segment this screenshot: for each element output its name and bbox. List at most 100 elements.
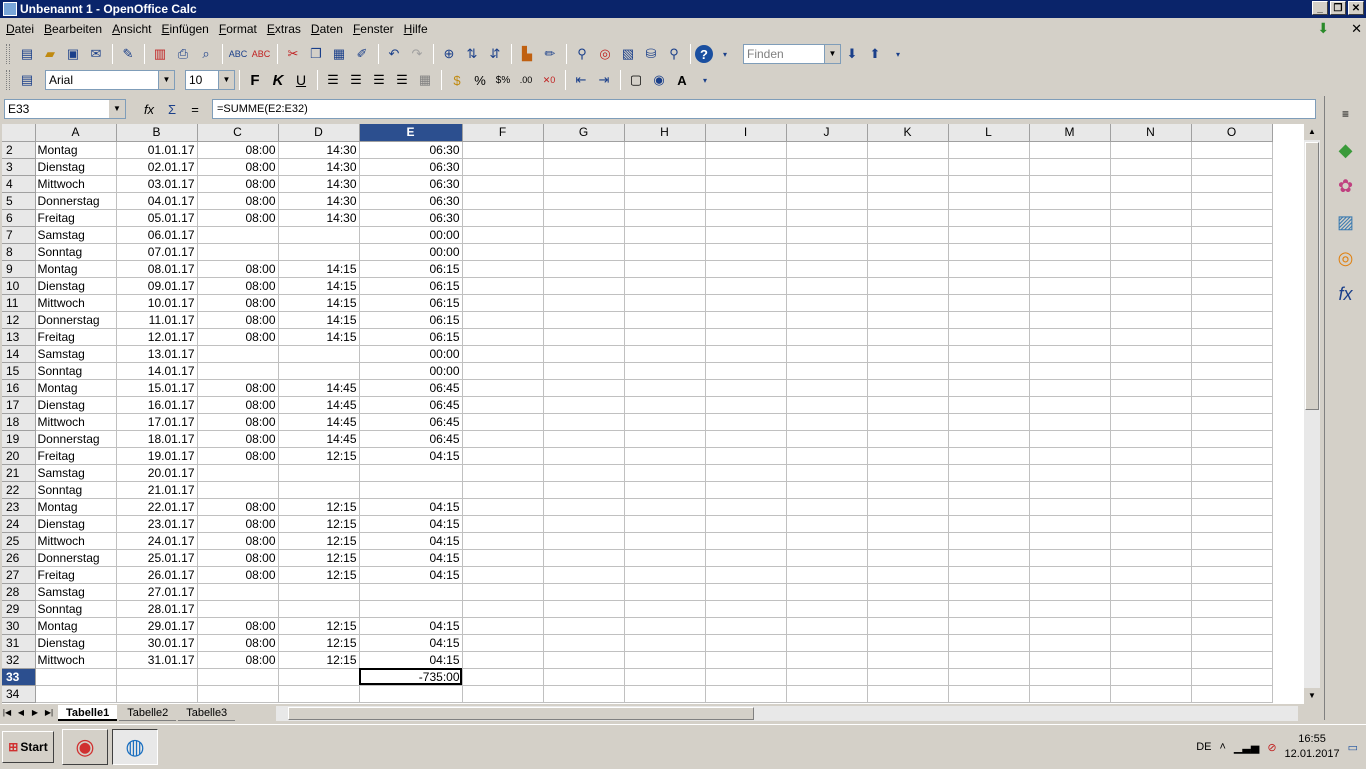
cell-e18[interactable]: 06:45 — [359, 413, 463, 431]
spellcheck-icon[interactable]: ABC — [227, 43, 249, 65]
cell-g32[interactable] — [543, 651, 625, 669]
increase-indent-icon[interactable]: ⇥ — [593, 69, 615, 91]
cell-o24[interactable] — [1191, 515, 1273, 533]
cell-b23[interactable]: 22.01.17 — [116, 498, 198, 516]
cell-o21[interactable] — [1191, 464, 1273, 482]
cell-h21[interactable] — [624, 464, 706, 482]
cell-f22[interactable] — [462, 481, 544, 499]
row-header[interactable]: 21 — [2, 464, 36, 482]
cell-k18[interactable] — [867, 413, 949, 431]
menu-format[interactable]: Format — [215, 19, 263, 39]
cell-l11[interactable] — [948, 294, 1030, 312]
cell-m33[interactable] — [1029, 668, 1111, 686]
cell-j8[interactable] — [786, 243, 868, 261]
autospellcheck-icon[interactable]: ABC — [250, 43, 272, 65]
sheet-tab-tabelle1[interactable]: Tabelle1 — [58, 705, 118, 721]
cell-h8[interactable] — [624, 243, 706, 261]
cell-e12[interactable]: 06:15 — [359, 311, 463, 329]
cell-m5[interactable] — [1029, 192, 1111, 210]
cell-h18[interactable] — [624, 413, 706, 431]
cell-j33[interactable] — [786, 668, 868, 686]
cell-c7[interactable] — [197, 226, 279, 244]
cell-a4[interactable]: Mittwoch — [35, 175, 117, 193]
cell-c11[interactable]: 08:00 — [197, 294, 279, 312]
cell-c18[interactable]: 08:00 — [197, 413, 279, 431]
row-header[interactable]: 20 — [2, 447, 36, 465]
cell-a19[interactable]: Donnerstag — [35, 430, 117, 448]
cell-e25[interactable]: 04:15 — [359, 532, 463, 550]
cell-l29[interactable] — [948, 600, 1030, 618]
cell-o5[interactable] — [1191, 192, 1273, 210]
cell-g15[interactable] — [543, 362, 625, 380]
row-header[interactable]: 14 — [2, 345, 36, 363]
cell-e21[interactable] — [359, 464, 463, 482]
cell-j6[interactable] — [786, 209, 868, 227]
cell-i27[interactable] — [705, 566, 787, 584]
find-previous-icon[interactable]: ⬆ — [864, 43, 886, 65]
chevron-down-icon[interactable]: ▼ — [218, 71, 234, 89]
decrease-indent-icon[interactable]: ⇤ — [570, 69, 592, 91]
cell-b10[interactable]: 09.01.17 — [116, 277, 198, 295]
datasources-icon[interactable]: ⛁ — [640, 43, 662, 65]
cell-i30[interactable] — [705, 617, 787, 635]
cell-k15[interactable] — [867, 362, 949, 380]
column-header-k[interactable]: K — [867, 124, 949, 142]
cell-l30[interactable] — [948, 617, 1030, 635]
cell-o18[interactable] — [1191, 413, 1273, 431]
font-size-combobox[interactable]: 10 ▼ — [185, 70, 235, 90]
cell-m23[interactable] — [1029, 498, 1111, 516]
corner-select-all[interactable] — [2, 124, 36, 142]
cell-n16[interactable] — [1110, 379, 1192, 397]
find-replace-icon[interactable]: ⚲ — [571, 43, 593, 65]
cell-o6[interactable] — [1191, 209, 1273, 227]
cell-d18[interactable]: 14:45 — [278, 413, 360, 431]
cell-j2[interactable] — [786, 141, 868, 159]
cell-n25[interactable] — [1110, 532, 1192, 550]
cell-a9[interactable]: Montag — [35, 260, 117, 278]
cell-m16[interactable] — [1029, 379, 1111, 397]
cell-a25[interactable]: Mittwoch — [35, 532, 117, 550]
styles-formatting-icon[interactable]: ▤ — [16, 69, 38, 91]
cell-k20[interactable] — [867, 447, 949, 465]
cell-k26[interactable] — [867, 549, 949, 567]
row-header[interactable]: 31 — [2, 634, 36, 652]
cell-n9[interactable] — [1110, 260, 1192, 278]
cell-a20[interactable]: Freitag — [35, 447, 117, 465]
cell-d32[interactable]: 12:15 — [278, 651, 360, 669]
cell-l9[interactable] — [948, 260, 1030, 278]
cell-b16[interactable]: 15.01.17 — [116, 379, 198, 397]
cell-n22[interactable] — [1110, 481, 1192, 499]
menu-bearbeiten[interactable]: Bearbeiten — [40, 19, 108, 39]
cell-a8[interactable]: Sonntag — [35, 243, 117, 261]
cell-i20[interactable] — [705, 447, 787, 465]
sheet-tab-tabelle2[interactable]: Tabelle2 — [119, 705, 177, 721]
row-header[interactable]: 10 — [2, 277, 36, 295]
edit-file-icon[interactable]: ✎ — [117, 43, 139, 65]
format-paintbrush-icon[interactable]: ✐ — [351, 43, 373, 65]
cell-g6[interactable] — [543, 209, 625, 227]
cell-k14[interactable] — [867, 345, 949, 363]
cell-l25[interactable] — [948, 532, 1030, 550]
cell-a15[interactable]: Sonntag — [35, 362, 117, 380]
cell-n24[interactable] — [1110, 515, 1192, 533]
cell-k6[interactable] — [867, 209, 949, 227]
cell-l10[interactable] — [948, 277, 1030, 295]
cell-g10[interactable] — [543, 277, 625, 295]
cell-e34[interactable] — [359, 685, 463, 703]
prev-sheet-icon[interactable]: ◀ — [14, 706, 28, 720]
cell-k19[interactable] — [867, 430, 949, 448]
copy-icon[interactable]: ❐ — [305, 43, 327, 65]
undo-icon[interactable]: ↶ — [383, 43, 405, 65]
cell-k3[interactable] — [867, 158, 949, 176]
cell-b6[interactable]: 05.01.17 — [116, 209, 198, 227]
cell-i25[interactable] — [705, 532, 787, 550]
cell-f8[interactable] — [462, 243, 544, 261]
cell-h33[interactable] — [624, 668, 706, 686]
volume-icon[interactable]: ⊘ — [1267, 741, 1276, 754]
cell-k2[interactable] — [867, 141, 949, 159]
cell-g8[interactable] — [543, 243, 625, 261]
cell-k22[interactable] — [867, 481, 949, 499]
cell-f27[interactable] — [462, 566, 544, 584]
row-header[interactable]: 32 — [2, 651, 36, 669]
row-header[interactable]: 27 — [2, 566, 36, 584]
